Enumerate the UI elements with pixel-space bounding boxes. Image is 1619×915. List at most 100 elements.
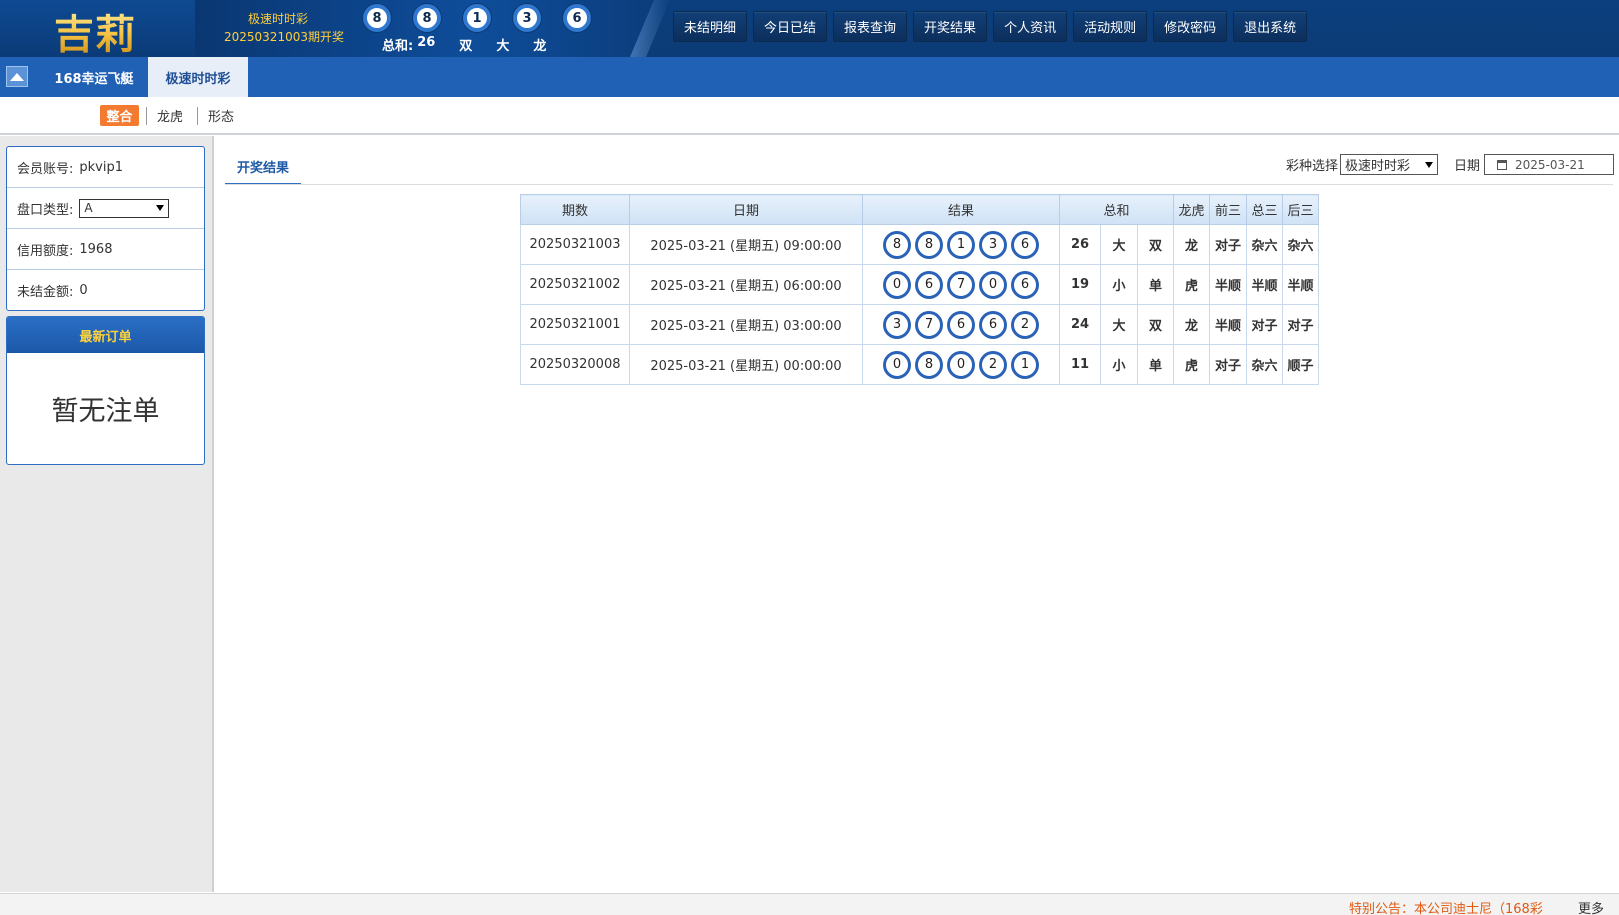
lottery-select-label: 彩种选择 <box>1285 159 1338 174</box>
issue-cell: 20250321003 <box>520 224 630 265</box>
result-ball: 0 <box>883 350 911 379</box>
middle-three-cell: 半顺 <box>1246 264 1283 305</box>
result-ball: 1 <box>947 230 975 259</box>
odd-even-cell: 双 <box>1137 224 1174 265</box>
result-ball: 7 <box>947 270 975 299</box>
date-cell: 2025-03-21 (星期五) 06:00:00 <box>629 264 863 305</box>
latest-orders-title: 最新订单 <box>7 317 204 353</box>
top-nav: 未结明细 今日已结 报表查询 开奖结果 个人资讯 活动规则 修改密码 退出系统 <box>673 11 1308 42</box>
result-cell: 0 6 7 0 6 <box>862 264 1060 305</box>
odd-even-value: 双 <box>459 39 473 54</box>
odd-even-cell: 单 <box>1137 264 1174 305</box>
nav-activity-rules[interactable]: 活动规则 <box>1073 11 1148 42</box>
draw-ball: 3 <box>513 4 541 32</box>
tab-draw-results[interactable]: 开奖结果 <box>225 149 301 185</box>
back-three-cell: 对子 <box>1282 304 1319 345</box>
result-ball: 0 <box>947 350 975 379</box>
unsettled-amount-label: 未结金额: <box>17 285 74 300</box>
main-content: 开奖结果 彩种选择 极速时时彩 日期 2025-03-21 期数 日期 结果 总… <box>216 136 1619 892</box>
issue-cell: 20250321002 <box>520 264 630 305</box>
nav-today-settled[interactable]: 今日已结 <box>753 11 828 42</box>
middle-three-cell: 杂六 <box>1246 224 1283 265</box>
chevron-down-icon <box>1424 161 1433 168</box>
sum-cell: 19 <box>1059 264 1101 305</box>
front-three-cell: 半顺 <box>1209 304 1247 345</box>
nav-unsettled-details[interactable]: 未结明细 <box>673 11 748 42</box>
dragon-tiger-cell: 虎 <box>1173 344 1210 385</box>
draw-summary: 总和: 26 双 大 龙 <box>382 35 570 54</box>
nav-draw-results[interactable]: 开奖结果 <box>913 11 988 42</box>
results-filter: 彩种选择 极速时时彩 日期 2025-03-21 <box>1286 154 1614 175</box>
result-ball: 6 <box>947 310 975 339</box>
date-input[interactable]: 2025-03-21 <box>1484 154 1614 175</box>
table-row: 20250321001 2025-03-21 (星期五) 03:00:00 3 … <box>520 304 1319 345</box>
table-row: 20250320008 2025-03-21 (星期五) 00:00:00 0 … <box>520 344 1319 385</box>
result-ball: 6 <box>1011 270 1039 299</box>
subtab-combined[interactable]: 整合 <box>100 105 139 126</box>
handicap-type-select[interactable]: A <box>79 198 170 218</box>
credit-limit-value: 1968 <box>79 241 113 257</box>
nav-report-query[interactable]: 报表查询 <box>833 11 908 42</box>
handicap-type-label: 盘口类型: <box>17 202 74 218</box>
issue-cell: 20250320008 <box>520 344 630 385</box>
result-ball: 8 <box>915 230 943 259</box>
subtab-divider <box>197 107 198 125</box>
result-ball: 6 <box>915 270 943 299</box>
draw-ball: 8 <box>413 4 441 32</box>
credit-limit-row: 信用额度: 1968 <box>7 229 204 270</box>
result-ball: 7 <box>915 310 943 339</box>
odd-even-cell: 单 <box>1137 344 1174 385</box>
result-ball: 2 <box>1011 310 1039 339</box>
lottery-select-value: 极速时时彩 <box>1344 159 1410 174</box>
result-cell: 0 8 0 2 1 <box>862 344 1060 385</box>
results-table: 期数 日期 结果 总和 龙虎 前三 总三 后三 20250321003 2025… <box>520 194 1319 385</box>
current-lottery-name: 极速时时彩 <box>248 12 309 26</box>
tab-lucky-airship[interactable]: 168幸运飞艇 <box>40 57 148 97</box>
member-account-value: pkvip1 <box>79 159 123 175</box>
back-three-cell: 半顺 <box>1282 264 1319 305</box>
col-sum: 总和 <box>1059 194 1174 225</box>
sum-value: 26 <box>417 35 436 50</box>
date-cell: 2025-03-21 (星期五) 00:00:00 <box>629 344 863 385</box>
subtab-pattern[interactable]: 形态 <box>208 105 234 126</box>
dragon-tiger-cell: 龙 <box>1173 224 1210 265</box>
more-link[interactable]: 更多 <box>1578 898 1604 915</box>
result-cell: 3 7 6 6 2 <box>862 304 1060 345</box>
tab-speed-lottery[interactable]: 极速时时彩 <box>148 57 248 97</box>
result-cell: 8 8 1 3 6 <box>862 224 1060 265</box>
result-ball: 8 <box>915 350 943 379</box>
sum-cell: 26 <box>1059 224 1101 265</box>
date-value: 2025-03-21 <box>1515 157 1585 172</box>
calendar-icon <box>1497 159 1507 170</box>
handicap-type-value: A <box>84 201 93 215</box>
col-date: 日期 <box>629 194 863 225</box>
logo-area: 吉莉 <box>0 0 195 57</box>
nav-personal-info[interactable]: 个人资讯 <box>993 11 1068 42</box>
table-row: 20250321002 2025-03-21 (星期五) 06:00:00 0 … <box>520 264 1319 305</box>
sum-cell: 11 <box>1059 344 1101 385</box>
sub-tab-bar: 整合 龙虎 形态 <box>0 97 1619 135</box>
nav-logout[interactable]: 退出系统 <box>1233 11 1308 42</box>
latest-orders-box: 最新订单 暂无注单 <box>6 316 205 465</box>
draw-ball: 1 <box>463 4 491 32</box>
unsettled-amount-row: 未结金额: 0 <box>7 270 204 311</box>
draw-ball: 6 <box>563 4 591 32</box>
result-ball: 3 <box>979 230 1007 259</box>
table-row: 20250321003 2025-03-21 (星期五) 09:00:00 8 … <box>520 224 1319 265</box>
handicap-type-row: 盘口类型: A <box>7 188 204 229</box>
collapse-button[interactable] <box>6 66 28 87</box>
date-cell: 2025-03-21 (星期五) 03:00:00 <box>629 304 863 345</box>
subtab-dragon-tiger[interactable]: 龙虎 <box>157 105 183 126</box>
date-label: 日期 <box>1453 159 1480 174</box>
member-account-row: 会员账号: pkvip1 <box>7 147 204 188</box>
lottery-select[interactable]: 极速时时彩 <box>1339 154 1438 175</box>
nav-change-password[interactable]: 修改密码 <box>1153 11 1228 42</box>
dragon-tiger-cell: 虎 <box>1173 264 1210 305</box>
back-three-cell: 顺子 <box>1282 344 1319 385</box>
front-three-cell: 对子 <box>1209 344 1247 385</box>
col-middle-three: 总三 <box>1246 194 1283 225</box>
col-dragon-tiger: 龙虎 <box>1173 194 1210 225</box>
big-small-value: 大 <box>496 39 510 54</box>
special-notice: 特别公告：本公司迪士尼（168彩 <box>1349 902 1543 915</box>
current-draw-issue: 20250321003期开奖 <box>224 30 344 44</box>
